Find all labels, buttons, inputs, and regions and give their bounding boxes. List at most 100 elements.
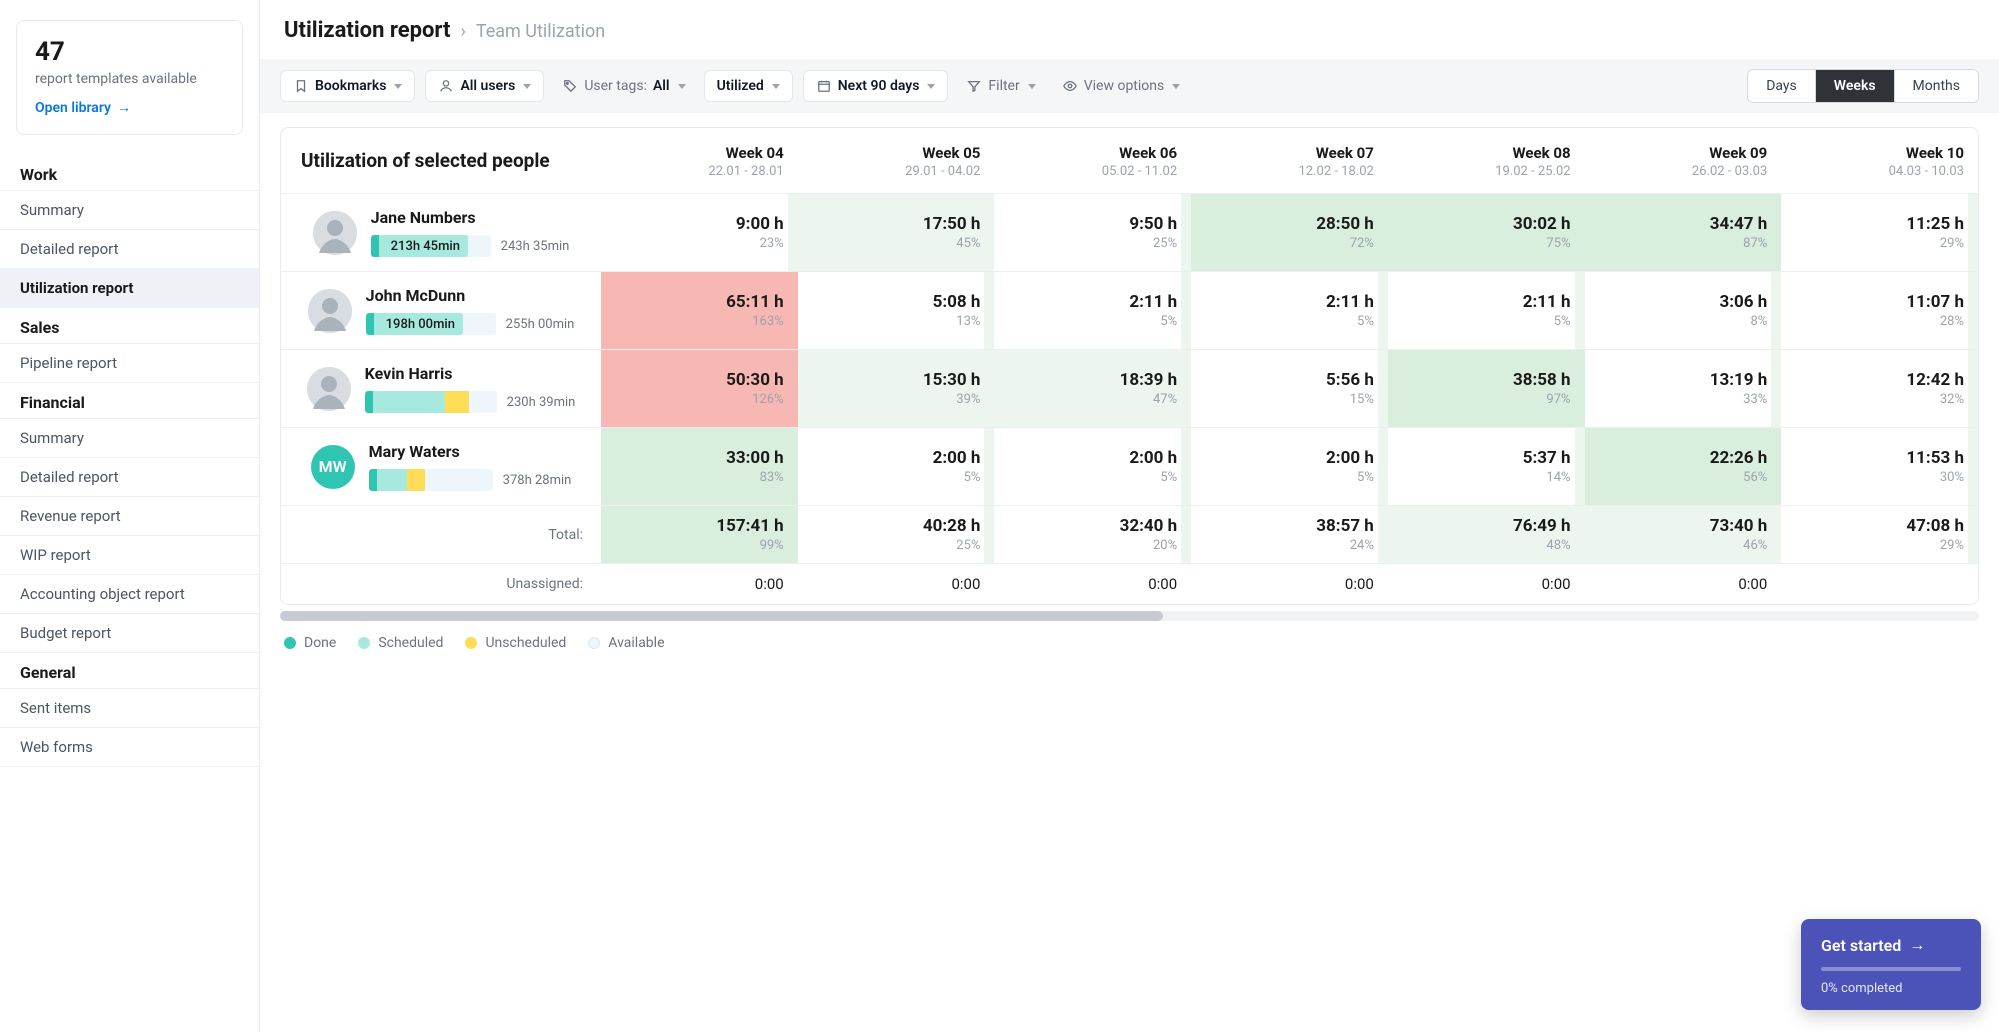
total-cell: 40:28 h25% (798, 506, 995, 563)
users-filter-button[interactable]: All users (425, 70, 544, 102)
page-header: Utilization report › Team Utilization (260, 0, 1999, 59)
utilized-button[interactable]: Utilized (704, 70, 793, 102)
chevron-down-icon (772, 84, 780, 89)
arrow-right-icon: → (1909, 935, 1925, 955)
nav-item-budget-report[interactable]: Budget report (0, 614, 259, 653)
nav-item-sent-items[interactable]: Sent items (0, 688, 259, 728)
data-cell[interactable]: 13:19 h33% (1585, 350, 1782, 427)
data-cell[interactable]: 9:00 h23% (601, 194, 798, 271)
open-library-link[interactable]: Open library → (35, 99, 131, 116)
data-cell[interactable]: 30:02 h75% (1388, 194, 1585, 271)
data-cell[interactable]: 2:00 h5% (994, 428, 1191, 505)
person-name: Kevin Harris (365, 364, 576, 383)
nav-item-pipeline-report[interactable]: Pipeline report (0, 343, 259, 383)
user-icon (438, 78, 454, 94)
data-cell[interactable]: 5:37 h14% (1388, 428, 1585, 505)
segment-months[interactable]: Months (1894, 70, 1978, 102)
unassigned-label-cell: Unassigned: (281, 564, 601, 604)
data-cell[interactable]: 5:08 h13% (798, 272, 995, 349)
bookmarks-button[interactable]: Bookmarks (280, 70, 415, 102)
total-cell: 32:40 h20% (994, 506, 1191, 563)
banner-progress-text: 0% completed (1821, 981, 1961, 996)
data-cell[interactable]: 11:53 h30% (1781, 428, 1978, 505)
column-header[interactable]: Week 0819.02 - 25.02 (1388, 128, 1585, 193)
column-header[interactable]: Week 0712.02 - 18.02 (1191, 128, 1388, 193)
calendar-icon (816, 78, 832, 94)
person-cell[interactable]: Kevin Harris230h 39min (281, 350, 601, 427)
data-cell[interactable]: 33:00 h83% (601, 428, 798, 505)
templates-subtitle: report templates available (35, 71, 224, 87)
view-options-button[interactable]: View options (1054, 71, 1189, 101)
chevron-down-icon (927, 84, 935, 89)
nav-item-utilization-report[interactable]: Utilization report (0, 269, 259, 308)
column-header[interactable]: Week 0605.02 - 11.02 (994, 128, 1191, 193)
data-cell[interactable]: 2:11 h5% (1191, 272, 1388, 349)
table-row: MWMary Waters378h 28min33:00 h83%2:00 h5… (281, 428, 1978, 506)
data-cell[interactable]: 65:11 h163% (601, 272, 798, 349)
data-cell[interactable]: 11:25 h29% (1781, 194, 1978, 271)
legend-scheduled: Scheduled (358, 635, 443, 651)
data-cell[interactable]: 2:00 h5% (1191, 428, 1388, 505)
data-cell[interactable]: 2:11 h5% (1388, 272, 1585, 349)
nav-item-detailed-report[interactable]: Detailed report (0, 458, 259, 497)
filter-button[interactable]: Filter (958, 71, 1043, 101)
avatar (313, 211, 357, 255)
nav-item-wip-report[interactable]: WIP report (0, 536, 259, 575)
data-cell[interactable]: 2:00 h5% (798, 428, 995, 505)
templates-widget: 47 report templates available Open libra… (16, 20, 243, 135)
bookmark-icon (293, 78, 309, 94)
column-header[interactable]: Week 0926.02 - 03.03 (1585, 128, 1782, 193)
total-cell: 157:41 h99% (601, 506, 798, 563)
person-cell[interactable]: Jane Numbers213h 45min243h 35min (281, 194, 601, 271)
table-section-title: Utilization of selected people (281, 128, 601, 193)
data-cell[interactable]: 18:39 h47% (994, 350, 1191, 427)
column-header[interactable]: Week 0529.01 - 04.02 (798, 128, 995, 193)
nav-item-revenue-report[interactable]: Revenue report (0, 497, 259, 536)
total-label-cell: Total: (281, 506, 601, 563)
filter-icon (966, 78, 982, 94)
breadcrumb-current: Team Utilization (476, 21, 605, 42)
data-cell[interactable]: 50:30 h126% (601, 350, 798, 427)
total-cell: 38:57 h24% (1191, 506, 1388, 563)
table-row: Jane Numbers213h 45min243h 35min9:00 h23… (281, 194, 1978, 272)
get-started-banner[interactable]: Get started → 0% completed (1801, 919, 1981, 1010)
data-cell[interactable]: 9:50 h25% (994, 194, 1191, 271)
unassigned-cell: 0:00 (1388, 564, 1585, 604)
segment-days[interactable]: Days (1748, 70, 1815, 102)
data-cell[interactable]: 15:30 h39% (798, 350, 995, 427)
nav-item-summary[interactable]: Summary (0, 418, 259, 458)
utilization-mini-bar (365, 391, 497, 413)
data-cell[interactable]: 11:07 h28% (1781, 272, 1978, 349)
nav-item-accounting-object-report[interactable]: Accounting object report (0, 575, 259, 614)
nav-item-web-forms[interactable]: Web forms (0, 728, 259, 767)
person-name: Jane Numbers (371, 208, 570, 227)
nav-item-summary[interactable]: Summary (0, 190, 259, 230)
unassigned-cell: 0:00 (1585, 564, 1782, 604)
data-cell[interactable]: 34:47 h87% (1585, 194, 1782, 271)
data-cell[interactable]: 38:58 h97% (1388, 350, 1585, 427)
nav-item-detailed-report[interactable]: Detailed report (0, 230, 259, 269)
total-hours-text: 243h 35min (501, 239, 570, 254)
banner-title-text: Get started (1821, 936, 1901, 955)
segment-weeks[interactable]: Weeks (1815, 70, 1894, 102)
data-cell[interactable]: 28:50 h72% (1191, 194, 1388, 271)
chevron-down-icon (1172, 84, 1180, 89)
person-cell[interactable]: MWMary Waters378h 28min (281, 428, 601, 505)
horizontal-scrollbar[interactable] (280, 611, 1979, 621)
data-cell[interactable]: 2:11 h5% (994, 272, 1191, 349)
data-cell[interactable]: 3:06 h8% (1585, 272, 1782, 349)
sidebar: 47 report templates available Open libra… (0, 0, 260, 1032)
data-cell[interactable]: 5:56 h15% (1191, 350, 1388, 427)
data-cell[interactable]: 22:26 h56% (1585, 428, 1782, 505)
data-cell[interactable]: 17:50 h45% (798, 194, 995, 271)
user-tags-filter[interactable]: User tags: All (554, 71, 693, 101)
data-cell[interactable]: 12:42 h32% (1781, 350, 1978, 427)
scrollbar-thumb[interactable] (280, 611, 1163, 621)
date-range-button[interactable]: Next 90 days (803, 70, 949, 102)
unassigned-cell: 0:00 (798, 564, 995, 604)
person-cell[interactable]: John McDunn198h 00min255h 00min (281, 272, 601, 349)
column-header[interactable]: Week 1004.03 - 10.03 (1781, 128, 1978, 193)
column-header[interactable]: Week 0422.01 - 28.01 (601, 128, 798, 193)
legend-available: Available (588, 635, 664, 651)
total-hours-text: 378h 28min (503, 473, 572, 488)
